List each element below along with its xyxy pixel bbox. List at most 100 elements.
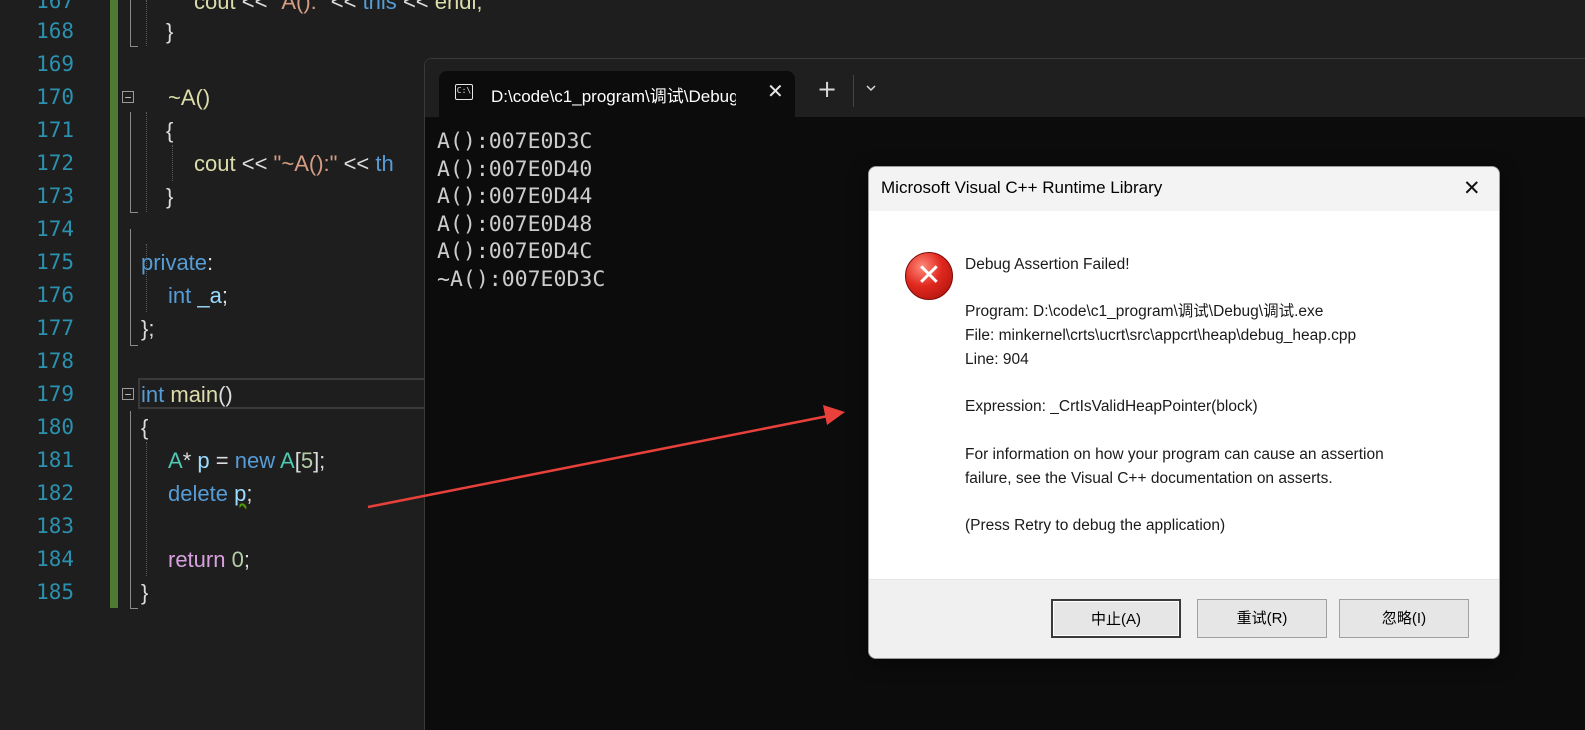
line-number: 185 [36,580,74,604]
token: << [241,151,268,176]
line-number: 168 [36,19,74,43]
token: () [218,382,233,407]
line-number: 183 [36,514,74,538]
output-line: A():007E0D40 [437,156,593,182]
token: 0 [231,547,244,572]
abort-button[interactable]: 中止(A) [1051,599,1181,638]
scope-line [130,229,131,345]
scope-line [130,112,131,212]
token: * [182,448,192,473]
token: _a [197,283,222,308]
code-line-179[interactable]: int main() [141,378,233,411]
token: main [170,382,219,407]
token: << [402,0,429,14]
assertion-heading: Debug Assertion Failed! [965,256,1130,273]
code-line-176[interactable]: int _a; [168,279,228,312]
chevron-down-icon[interactable] [866,83,876,93]
line-number: 179 [36,382,74,406]
token: : [207,250,214,275]
code-line-171[interactable]: { [166,114,173,147]
indent-guide [146,112,147,212]
line-number: 176 [36,283,74,307]
collapse-toggle[interactable]: − [122,388,134,400]
code-line-182[interactable]: delete p; [168,477,252,510]
line-number: 181 [36,448,74,472]
token: p [234,481,247,506]
titlebar-divider [853,75,854,107]
code-line-168[interactable]: } [166,15,173,48]
retry-button[interactable]: 重试(R) [1197,599,1327,638]
token: ; [221,283,228,308]
token: private [141,250,208,275]
terminal-titlebar[interactable]: C:\ D:\code\c1_program\调试\Debug\调试.exe ✕… [425,59,1585,118]
code-line-184[interactable]: return 0; [168,543,250,576]
scope-line [130,0,131,46]
token: ]; [313,448,326,473]
token: "~A():" [273,151,338,176]
dialog-titlebar[interactable]: Microsoft Visual C++ Runtime Library ✕ [869,167,1499,211]
token: = [215,448,229,473]
line-number: 175 [36,250,74,274]
ignore-button[interactable]: 忽略(I) [1339,599,1469,638]
code-line-177[interactable]: }; [141,312,154,345]
token: "A():" [273,0,325,14]
line-number: 173 [36,184,74,208]
code-line-170[interactable]: ~A() [168,81,210,114]
close-tab-icon[interactable]: ✕ [767,79,784,103]
code-line-167[interactable]: cout << "A():" << this << endl; [194,0,482,18]
scope-line [130,212,138,213]
token: int [168,283,192,308]
close-icon[interactable]: ✕ [1463,176,1481,200]
output-line: A():007E0D3C [437,129,593,154]
code-line-180[interactable]: { [141,411,148,444]
token: return [168,547,226,572]
error-glyph: ✕ [916,258,942,293]
output-line: A():007E0D48 [437,211,593,237]
code-line-185[interactable]: } [141,576,148,609]
scope-line [130,411,131,609]
scope-line [130,345,138,346]
line-number: 184 [36,547,74,571]
error-icon: ✕ [905,252,953,300]
token: 5 [300,448,314,473]
info-text: For information on how your program can … [965,446,1384,463]
retry-hint: (Press Retry to debug the application) [965,517,1226,534]
token: endl; [434,0,483,14]
indent-guide [146,442,147,576]
token: A [280,448,295,473]
token: this [362,0,397,14]
dialog-button-bar: 中止(A) 重试(R) 忽略(I) [869,579,1499,658]
line-number: 174 [36,217,74,241]
program-path: Program: D:\code\c1_program\调试\Debug\调试.… [965,303,1324,320]
token: << [330,0,357,14]
terminal-tab[interactable]: C:\ D:\code\c1_program\调试\Debug\调试.exe ✕ [439,71,795,118]
line-number: 182 [36,481,74,505]
token: ~A() [168,85,211,110]
token: th [375,151,394,176]
collapse-toggle[interactable]: − [122,91,134,103]
scope-line [130,608,138,609]
terminal-output[interactable]: A():007E0D3C A():007E0D40 A():007E0D44 A… [437,128,605,294]
line-number: 177 [36,316,74,340]
token: p [197,448,210,473]
code-line-172[interactable]: cout << "~A():" << th [194,147,394,180]
line-number: 171 [36,118,74,142]
info-text: failure, see the Visual C++ documentatio… [965,470,1333,487]
assertion-dialog[interactable]: Microsoft Visual C++ Runtime Library ✕ ✕… [868,166,1500,659]
terminal-tab-title: D:\code\c1_program\调试\Debug\调试.exe [491,87,736,106]
line-number: 169 [36,52,74,76]
expression-text: Expression: _CrtIsValidHeapPointer(block… [965,398,1258,415]
code-line-173[interactable]: } [166,180,173,213]
line-number: 172 [36,151,74,175]
new-tab-button[interactable]: + [817,77,837,101]
token: int [141,382,165,407]
code-line-175[interactable]: private: [141,246,213,279]
token: delete [168,481,228,506]
token: ; [246,481,253,506]
code-line-181[interactable]: A* p = new A[5]; [168,444,325,477]
line-number: 170 [36,85,74,109]
token: cout [194,151,236,176]
output-line: A():007E0D44 [437,184,593,210]
token: << [241,0,268,14]
file-path: File: minkernel\crts\ucrt\src\appcrt\hea… [965,327,1357,344]
